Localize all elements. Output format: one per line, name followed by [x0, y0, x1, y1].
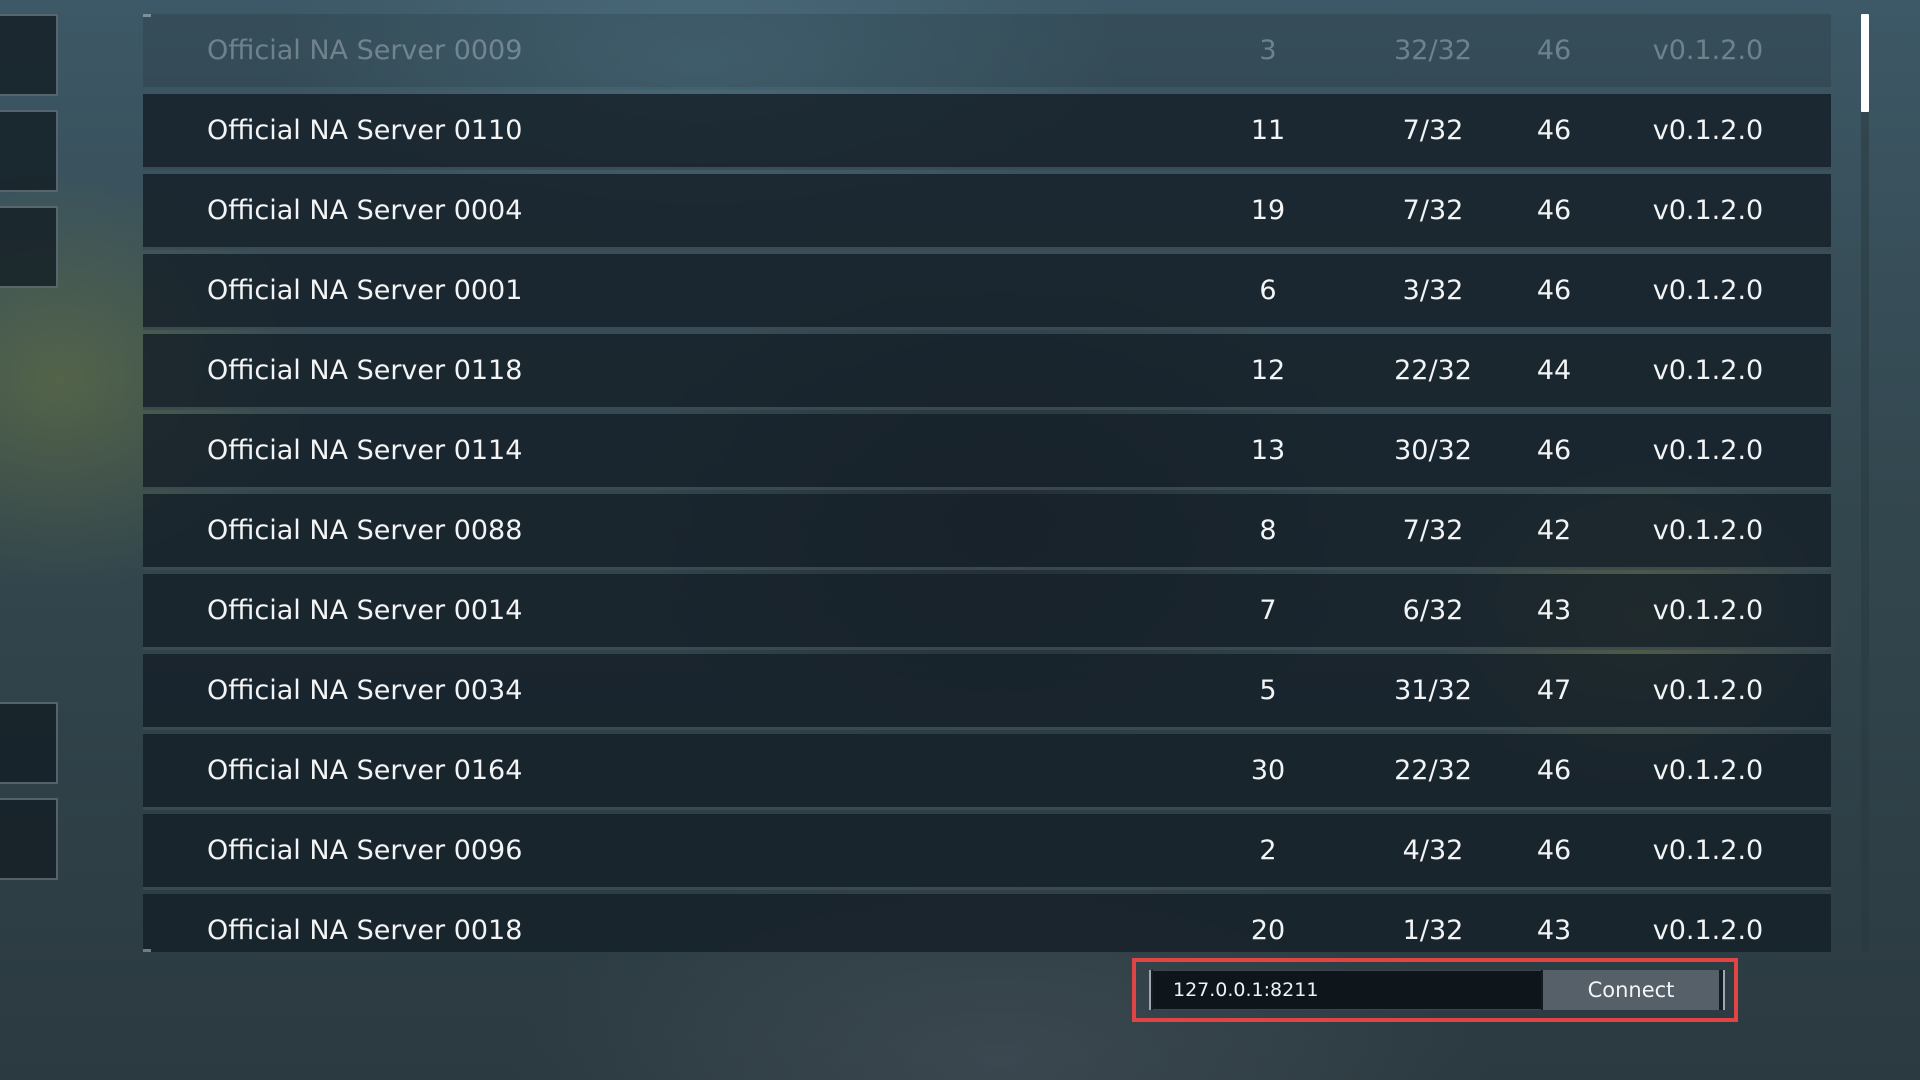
server-version: v0.1.2.0: [1652, 355, 1764, 386]
server-row[interactable]: Official NA Server 0001 6 3/32 46 v0.1.2…: [143, 254, 1831, 330]
server-version: v0.1.2.0: [1652, 115, 1764, 146]
server-name: Official NA Server 0004: [207, 195, 523, 226]
server-row[interactable]: Official NA Server 0118 12 22/32 44 v0.1…: [143, 334, 1831, 410]
server-ping: 43: [1536, 915, 1572, 946]
side-tab[interactable]: [0, 14, 58, 96]
server-players: 7/32: [1402, 115, 1464, 146]
server-players: 32/32: [1394, 35, 1472, 66]
server-days: 5: [1259, 675, 1277, 706]
server-name: Official NA Server 0096: [207, 835, 523, 866]
server-address-input[interactable]: [1153, 970, 1541, 1010]
server-days: 7: [1259, 595, 1277, 626]
server-name: Official NA Server 0018: [207, 915, 523, 946]
side-tab[interactable]: [0, 702, 58, 784]
direct-connect-panel: Connect: [1132, 958, 1738, 1022]
server-ping: 46: [1536, 275, 1572, 306]
server-version: v0.1.2.0: [1652, 35, 1764, 66]
server-row[interactable]: Official NA Server 0110 11 7/32 46 v0.1.…: [143, 94, 1831, 170]
server-ping: 46: [1536, 195, 1572, 226]
server-row[interactable]: Official NA Server 0088 8 7/32 42 v0.1.2…: [143, 494, 1831, 570]
server-ping: 46: [1536, 755, 1572, 786]
side-tab[interactable]: [0, 110, 58, 192]
server-ping: 47: [1536, 675, 1572, 706]
server-version: v0.1.2.0: [1652, 595, 1764, 626]
server-ping: 46: [1536, 835, 1572, 866]
server-row[interactable]: Official NA Server 0004 19 7/32 46 v0.1.…: [143, 174, 1831, 250]
server-name: Official NA Server 0110: [207, 115, 523, 146]
server-days: 8: [1259, 515, 1277, 546]
server-version: v0.1.2.0: [1652, 195, 1764, 226]
server-players: 4/32: [1402, 835, 1464, 866]
server-players: 7/32: [1402, 515, 1464, 546]
side-tab[interactable]: [0, 798, 58, 880]
server-row[interactable]: Official NA Server 0034 5 31/32 47 v0.1.…: [143, 654, 1831, 730]
server-row[interactable]: Official NA Server 0014 7 6/32 43 v0.1.2…: [143, 574, 1831, 650]
server-days: 20: [1250, 915, 1286, 946]
server-name: Official NA Server 0114: [207, 435, 523, 466]
server-browser-screen: Official NA Server 0009 3 32/32 46 v0.1.…: [0, 0, 1920, 1080]
list-corner-mark: [143, 14, 151, 17]
server-list: Official NA Server 0009 3 32/32 46 v0.1.…: [143, 14, 1831, 952]
server-players: 22/32: [1394, 355, 1472, 386]
list-corner-mark: [143, 949, 151, 952]
server-players: 31/32: [1394, 675, 1472, 706]
side-tab[interactable]: [0, 206, 58, 288]
server-row[interactable]: Official NA Server 0009 3 32/32 46 v0.1.…: [143, 14, 1831, 90]
connect-button[interactable]: Connect: [1543, 970, 1719, 1010]
server-row[interactable]: Official NA Server 0018 20 1/32 43 v0.1.…: [143, 894, 1831, 952]
server-players: 3/32: [1402, 275, 1464, 306]
server-name: Official NA Server 0034: [207, 675, 523, 706]
server-days: 12: [1250, 355, 1286, 386]
server-days: 11: [1250, 115, 1286, 146]
server-days: 6: [1259, 275, 1277, 306]
server-name: Official NA Server 0118: [207, 355, 523, 386]
server-ping: 46: [1536, 115, 1572, 146]
server-days: 13: [1250, 435, 1286, 466]
server-row[interactable]: Official NA Server 0164 30 22/32 46 v0.1…: [143, 734, 1831, 810]
server-ping: 42: [1536, 515, 1572, 546]
server-name: Official NA Server 0001: [207, 275, 523, 306]
list-scrollbar[interactable]: [1861, 14, 1869, 952]
server-version: v0.1.2.0: [1652, 515, 1764, 546]
server-name: Official NA Server 0164: [207, 755, 523, 786]
server-version: v0.1.2.0: [1652, 755, 1764, 786]
server-players: 1/32: [1402, 915, 1464, 946]
server-ping: 43: [1536, 595, 1572, 626]
server-players: 7/32: [1402, 195, 1464, 226]
server-days: 19: [1250, 195, 1286, 226]
direct-connect-bar: Connect: [1149, 970, 1725, 1010]
server-players: 22/32: [1394, 755, 1472, 786]
server-players: 6/32: [1402, 595, 1464, 626]
server-days: 2: [1259, 835, 1277, 866]
server-name: Official NA Server 0088: [207, 515, 523, 546]
server-ping: 46: [1536, 435, 1572, 466]
server-days: 30: [1250, 755, 1286, 786]
server-version: v0.1.2.0: [1652, 275, 1764, 306]
server-name: Official NA Server 0009: [207, 35, 523, 66]
server-version: v0.1.2.0: [1652, 435, 1764, 466]
server-row[interactable]: Official NA Server 0114 13 30/32 46 v0.1…: [143, 414, 1831, 490]
server-ping: 46: [1536, 35, 1572, 66]
server-ping: 44: [1536, 355, 1572, 386]
server-version: v0.1.2.0: [1652, 835, 1764, 866]
scrollbar-thumb[interactable]: [1861, 14, 1869, 112]
server-players: 30/32: [1394, 435, 1472, 466]
server-version: v0.1.2.0: [1652, 915, 1764, 946]
server-row[interactable]: Official NA Server 0096 2 4/32 46 v0.1.2…: [143, 814, 1831, 890]
server-days: 3: [1259, 35, 1277, 66]
server-version: v0.1.2.0: [1652, 675, 1764, 706]
server-name: Official NA Server 0014: [207, 595, 523, 626]
